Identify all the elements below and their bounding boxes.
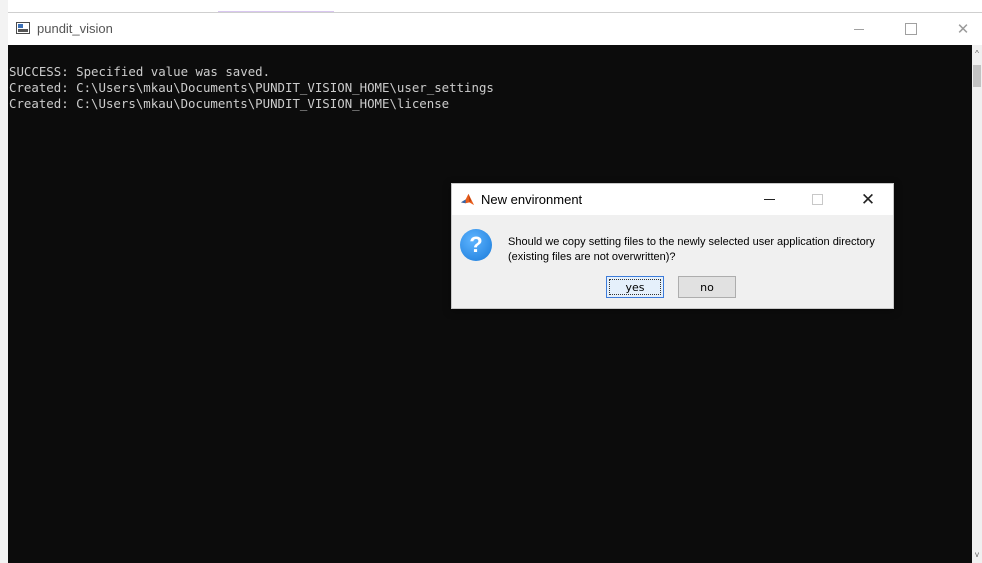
window-titlebar[interactable]: pundit_vision ✕: [8, 12, 982, 45]
console-line: Created: C:\Users\mkau\Documents\PUNDIT_…: [9, 96, 450, 111]
close-button[interactable]: ✕: [940, 13, 982, 45]
close-icon: ✕: [860, 189, 876, 209]
minimize-button[interactable]: [836, 13, 882, 45]
no-button-label: no: [700, 280, 714, 294]
dialog-minimize-button[interactable]: [749, 184, 789, 215]
console-line: SUCCESS: Specified value was saved.: [9, 64, 271, 79]
yes-button[interactable]: yes: [606, 276, 664, 298]
dialog-titlebar[interactable]: New environment ✕: [452, 184, 893, 215]
focus-rectangle: [609, 279, 661, 295]
vertical-scrollbar[interactable]: ^ v: [972, 45, 982, 563]
matlab-logo-icon: [460, 192, 475, 207]
close-icon: ✕: [956, 21, 970, 38]
minimize-icon: [854, 28, 864, 30]
question-icon: ?: [460, 229, 492, 261]
maximize-icon: [905, 23, 917, 35]
scroll-down-arrow-icon[interactable]: v: [972, 550, 982, 559]
console-line: Created: C:\Users\mkau\Documents\PUNDIT_…: [9, 80, 494, 95]
no-button[interactable]: no: [678, 276, 736, 298]
maximize-icon: [811, 194, 823, 205]
scroll-up-arrow-icon[interactable]: ^: [972, 49, 982, 58]
minimize-icon: [763, 199, 775, 200]
console-app-icon: [16, 22, 30, 34]
new-environment-dialog: New environment ✕ ? Should we copy setti…: [451, 183, 894, 309]
dialog-maximize-button: [797, 184, 837, 215]
question-mark-glyph: ?: [469, 232, 483, 257]
console-text: SUCCESS: Specified value was saved. Crea…: [9, 64, 494, 112]
window-title: pundit_vision: [37, 21, 113, 36]
dialog-close-button[interactable]: ✕: [848, 184, 888, 215]
dialog-title: New environment: [481, 192, 583, 207]
dialog-message: Should we copy setting files to the newl…: [508, 236, 875, 263]
scroll-thumb[interactable]: [973, 65, 981, 87]
window-left-edge: [0, 0, 8, 563]
maximize-button[interactable]: [888, 13, 934, 45]
